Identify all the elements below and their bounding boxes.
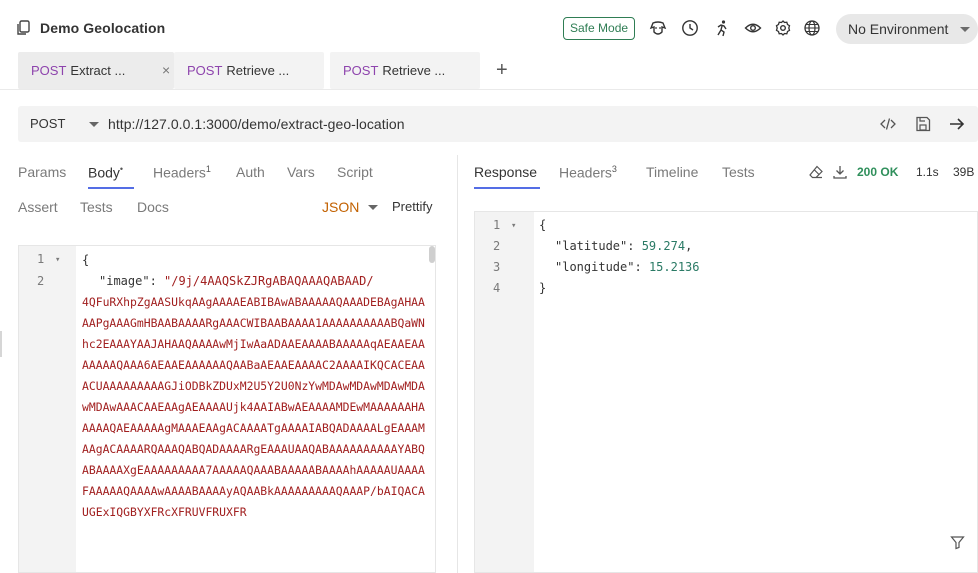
brace: } — [539, 281, 547, 295]
json-colon: : — [634, 260, 649, 274]
url-input[interactable]: http://127.0.0.1:3000/demo/extract-geo-l… — [108, 116, 405, 132]
close-icon[interactable]: × — [162, 52, 170, 89]
code-brace-close: } — [539, 281, 546, 295]
globe-icon[interactable] — [803, 19, 821, 37]
line-gutter — [19, 246, 76, 572]
line-number: 2 — [37, 274, 45, 288]
code-brace-open: { — [539, 218, 546, 232]
tab-method: POST — [31, 63, 67, 78]
tab-script[interactable]: Script — [337, 164, 373, 180]
tab-headers-label: Headers — [153, 164, 206, 181]
environment-select[interactable]: No Environment — [836, 14, 978, 44]
code-line-longitude: "longitude": 15.2136 — [555, 260, 700, 274]
status-badge: 200 OK — [857, 165, 899, 179]
response-size: 39B — [953, 165, 975, 179]
code-line-image: "image": "/9j/4AAQSkZJRgABAQAAAQABAAD/ — [99, 271, 374, 292]
dog-icon[interactable] — [649, 19, 667, 37]
json-key: "image" — [99, 274, 150, 288]
code-line-latitude: "latitude": 59.274, — [555, 239, 692, 253]
url-bar: POST http://127.0.0.1:3000/demo/extract-… — [18, 106, 978, 142]
body-mode-select[interactable]: JSON — [322, 199, 359, 215]
top-bar: Demo Geolocation Safe Mode No Environmen… — [0, 0, 978, 50]
copy-icon — [17, 20, 30, 35]
json-colon: : — [149, 274, 165, 288]
request-tab[interactable]: POST Extract ... × — [18, 52, 174, 89]
response-time: 1.1s — [916, 165, 939, 179]
send-arrow-icon[interactable] — [948, 115, 966, 133]
active-tab-indicator — [474, 187, 540, 189]
tab-headers-count: 1 — [205, 164, 211, 174]
line-number: 4 — [493, 281, 501, 295]
download-icon[interactable] — [832, 164, 848, 180]
tab-response-tests[interactable]: Tests — [722, 164, 755, 180]
tab-body[interactable]: Body• — [88, 164, 123, 181]
tab-docs[interactable]: Docs — [137, 199, 169, 215]
environment-label: No Environment — [848, 21, 949, 37]
pane-splitter[interactable] — [457, 155, 458, 573]
code-icon[interactable] — [879, 115, 897, 133]
safe-mode-badge[interactable]: Safe Mode — [563, 17, 636, 40]
gear-icon[interactable] — [774, 19, 792, 37]
method-select[interactable]: POST — [30, 116, 65, 131]
sidebar-handle[interactable] — [0, 331, 2, 357]
request-tab[interactable]: POST Retrieve ... — [174, 52, 324, 89]
tab-assert[interactable]: Assert — [18, 199, 58, 215]
json-key: "latitude" — [555, 239, 628, 253]
chevron-down-icon[interactable] — [368, 205, 378, 210]
tab-name: Retrieve ... — [382, 63, 446, 78]
request-tab[interactable]: POST Retrieve ... — [330, 52, 480, 89]
tab-body-dot: • — [119, 164, 124, 174]
request-body-editor[interactable]: 1 ▾ 2 { "image": "/9j/4AAQSkZJRgABAQAAAQ… — [18, 245, 436, 573]
tab-headers-label: Headers — [559, 164, 612, 181]
tab-name: Retrieve ... — [226, 63, 290, 78]
new-tab-button[interactable]: + — [496, 60, 508, 80]
json-string-continuation: 4QFuRXhpZgAASUkqAAgAAAAEABIBAwABAAAAAQAA… — [82, 295, 425, 519]
collection-title[interactable]: Demo Geolocation — [40, 20, 165, 36]
runner-icon[interactable] — [713, 19, 731, 37]
fold-caret-icon[interactable]: ▾ — [55, 255, 60, 265]
tab-name: Extract ... — [70, 63, 126, 78]
tab-vars[interactable]: Vars — [287, 164, 315, 180]
tab-tests[interactable]: Tests — [80, 199, 113, 215]
prettify-button[interactable]: Prettify — [392, 199, 432, 214]
json-colon: : — [627, 239, 642, 253]
line-number: 1 — [37, 252, 45, 266]
fold-caret-icon[interactable]: ▾ — [511, 221, 516, 231]
active-tab-indicator — [88, 187, 134, 189]
filter-icon[interactable] — [950, 535, 965, 550]
tab-headers[interactable]: Headers1 — [153, 164, 211, 181]
tab-timeline[interactable]: Timeline — [646, 164, 698, 180]
tab-auth[interactable]: Auth — [236, 164, 265, 180]
response-body-viewer[interactable]: 1 ▾ 2 3 4 { "latitude": 59.274, "longitu… — [474, 211, 978, 573]
line-number: 3 — [493, 260, 501, 274]
json-key: "longitude" — [555, 260, 635, 274]
chevron-down-icon — [960, 27, 970, 32]
line-number: 1 — [493, 218, 501, 232]
line-gutter — [475, 212, 534, 572]
clock-icon[interactable] — [681, 19, 699, 37]
brace: { — [539, 218, 547, 232]
tab-body-label: Body — [88, 164, 120, 181]
json-comma: , — [685, 239, 693, 253]
tab-headers-count: 3 — [611, 164, 617, 174]
chevron-down-icon[interactable] — [89, 122, 99, 127]
tab-method: POST — [343, 63, 379, 78]
divider — [0, 89, 978, 90]
line-number: 2 — [493, 239, 501, 253]
eraser-icon[interactable] — [808, 164, 824, 180]
scrollbar[interactable] — [429, 246, 435, 263]
json-number: 15.2136 — [648, 260, 700, 274]
tab-response[interactable]: Response — [474, 164, 537, 180]
eye-icon[interactable] — [744, 19, 762, 37]
tab-response-headers[interactable]: Headers3 — [559, 164, 617, 181]
brace: { — [82, 253, 90, 267]
json-number: 59.274 — [641, 239, 686, 253]
tab-method: POST — [187, 63, 223, 78]
tab-params[interactable]: Params — [18, 164, 66, 180]
save-icon[interactable] — [914, 115, 932, 133]
json-string-start: "/9j/4AAQSkZJRgABAQAAAQABAAD/ — [164, 274, 374, 288]
code-brace-open: { — [82, 250, 89, 271]
